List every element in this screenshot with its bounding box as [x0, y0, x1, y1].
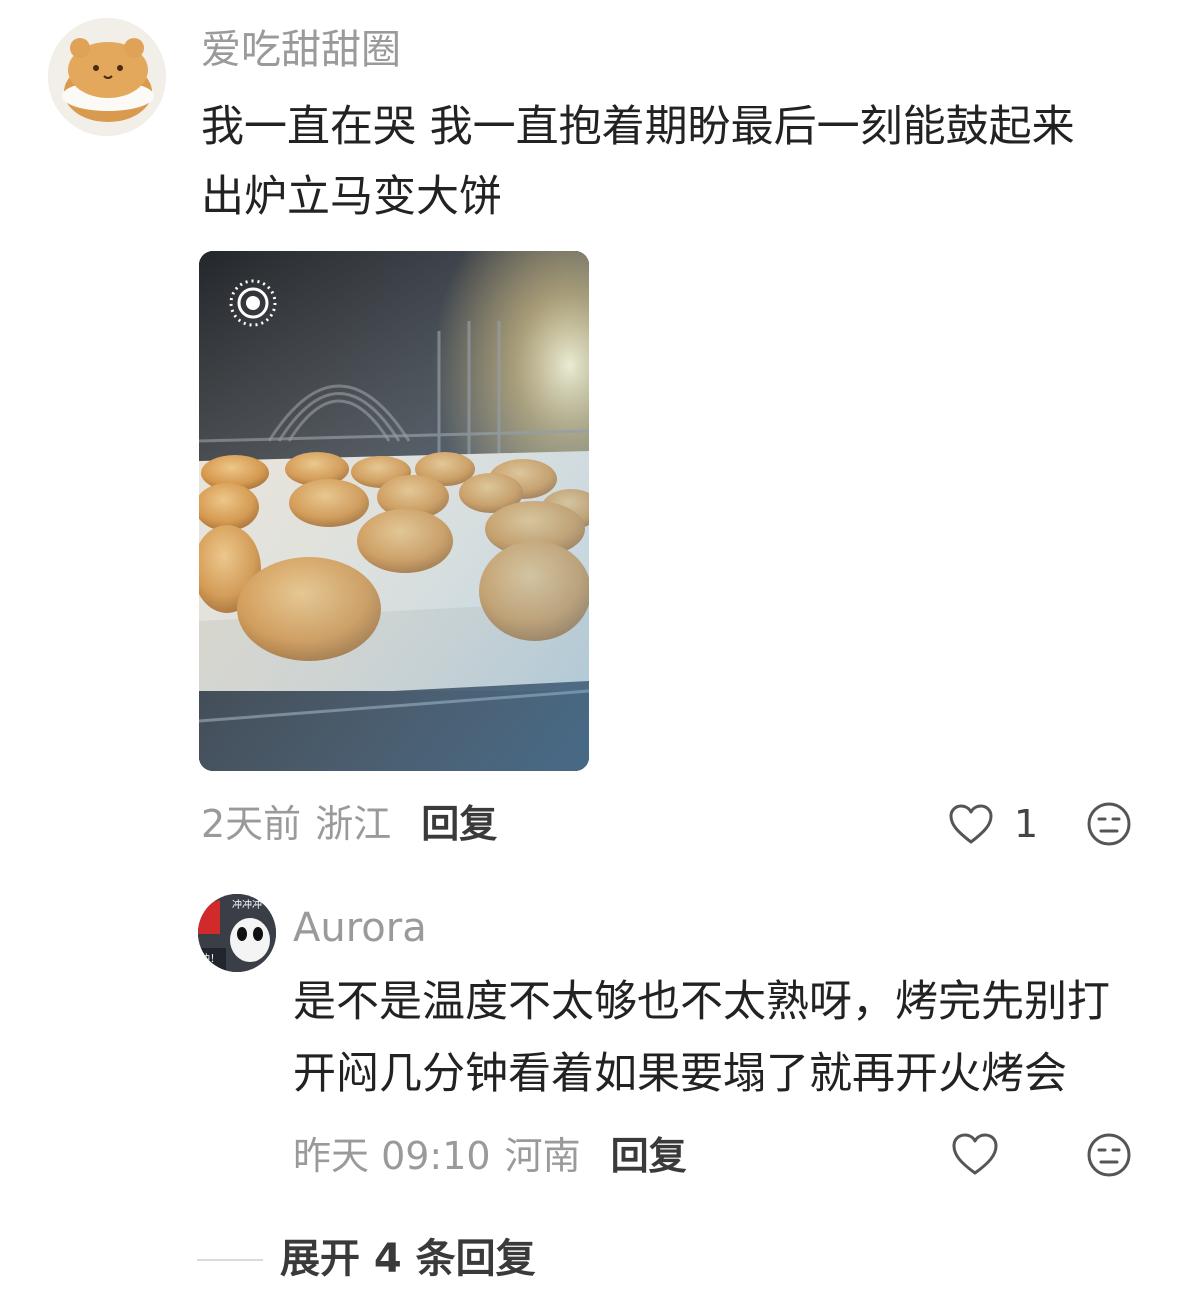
expand-divider — [197, 1259, 263, 1261]
heart-icon[interactable] — [951, 1132, 999, 1176]
reply-text: 是不是温度不太够也不太熟呀，烤完先别打 开闷几分钟看着如果要塌了就再开火烤会 — [293, 977, 1110, 1099]
comment-time: 2天前 — [201, 802, 302, 846]
reply-avatar[interactable]: 冲冲冲 冲！ — [198, 894, 276, 972]
emoji-face-icon[interactable] — [1086, 801, 1132, 847]
avatar-caption-side: 冲！ — [200, 952, 220, 965]
reply-meta: 昨天 09:10 河南 回复 — [293, 1130, 687, 1182]
live-photo-icon — [229, 279, 277, 327]
comment-photo[interactable] — [199, 251, 589, 771]
comment-text: 我一直在哭 我一直抱着期盼最后一刻能鼓起来 出炉立马变大饼 — [201, 102, 1075, 222]
expand-replies-button[interactable]: 展开 4 条回复 — [280, 1232, 536, 1286]
reply-button[interactable]: 回复 — [421, 798, 497, 850]
comment-thread: 爱吃甜甜圈 我一直在哭 我一直抱着期盼最后一刻能鼓起来 出炉立马变大饼 2天前 … — [0, 0, 1200, 1305]
reply-username[interactable]: Aurora — [293, 902, 427, 954]
like-button[interactable]: 1 — [948, 800, 1038, 848]
avatar-caption-top: 冲冲冲 — [232, 898, 262, 911]
emoji-face-icon[interactable] — [1086, 1132, 1132, 1178]
reply-time: 昨天 09:10 — [293, 1134, 491, 1178]
comment-username[interactable]: 爱吃甜甜圈 — [201, 24, 401, 76]
avatar[interactable] — [48, 18, 166, 136]
reply-reply-button[interactable]: 回复 — [611, 1130, 687, 1182]
heart-icon — [949, 804, 993, 844]
comment-location: 浙江 — [315, 802, 392, 846]
reply-location: 河南 — [504, 1134, 581, 1178]
comment-meta: 2天前 浙江 回复 — [201, 798, 497, 850]
like-count: 1 — [1014, 802, 1039, 846]
